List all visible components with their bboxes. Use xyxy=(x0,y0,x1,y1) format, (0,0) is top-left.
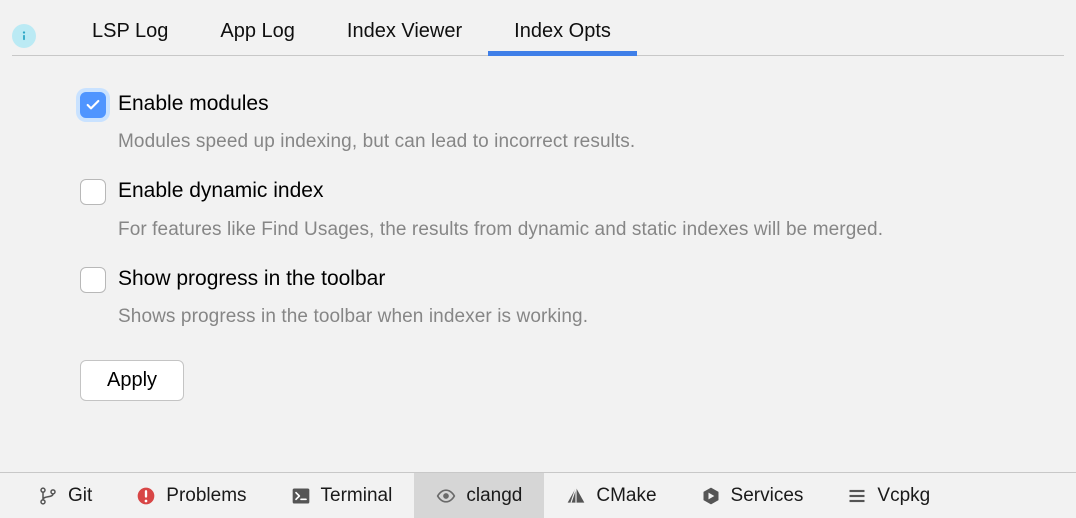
toolwindow-label: clangd xyxy=(466,485,522,507)
tab-app-log[interactable]: App Log xyxy=(194,10,321,55)
option-show-progress: Show progress in the toolbar Shows progr… xyxy=(80,265,1076,328)
option-label: Show progress in the toolbar xyxy=(118,265,588,292)
toolwindow-git[interactable]: Git xyxy=(16,473,114,518)
toolwindow-label: Git xyxy=(68,485,92,507)
option-desc: Modules speed up indexing, but can lead … xyxy=(118,131,635,153)
branch-icon xyxy=(38,486,58,506)
tab-lsp-log[interactable]: LSP Log xyxy=(66,10,194,55)
option-enable-dynamic-index: Enable dynamic index For features like F… xyxy=(80,177,1076,240)
services-icon xyxy=(701,486,721,506)
error-icon xyxy=(136,486,156,506)
checkbox-show-progress[interactable] xyxy=(80,267,106,293)
toolwindow-clangd[interactable]: clangd xyxy=(414,473,544,518)
options-panel: Enable modules Modules speed up indexing… xyxy=(0,56,1076,472)
tab-index-opts[interactable]: Index Opts xyxy=(488,10,637,55)
toolwindow-vcpkg[interactable]: Vcpkg xyxy=(825,473,952,518)
list-icon xyxy=(847,486,867,506)
eye-icon xyxy=(436,486,456,506)
toolwindow-label: Vcpkg xyxy=(877,485,930,507)
option-enable-modules: Enable modules Modules speed up indexing… xyxy=(80,90,1076,153)
tab-index-viewer[interactable]: Index Viewer xyxy=(321,10,488,55)
tab-bar: LSP Log App Log Index Viewer Index Opts xyxy=(0,0,1076,55)
toolwindow-problems[interactable]: Problems xyxy=(114,473,268,518)
option-label: Enable dynamic index xyxy=(118,177,883,204)
toolwindow-label: Terminal xyxy=(321,485,393,507)
toolwindow-cmake[interactable]: CMake xyxy=(544,473,678,518)
toolwindow-label: CMake xyxy=(596,485,656,507)
toolwindow-services[interactable]: Services xyxy=(679,473,826,518)
toolwindow-terminal[interactable]: Terminal xyxy=(269,473,415,518)
toolwindow-label: Services xyxy=(731,485,804,507)
terminal-icon xyxy=(291,486,311,506)
option-label: Enable modules xyxy=(118,90,635,117)
option-desc: For features like Find Usages, the resul… xyxy=(118,219,883,241)
checkbox-enable-dynamic-index[interactable] xyxy=(80,179,106,205)
tool-window-bar: Git Problems Terminal clangd CMake xyxy=(0,472,1076,518)
option-desc: Shows progress in the toolbar when index… xyxy=(118,306,588,328)
checkbox-enable-modules[interactable] xyxy=(80,92,106,118)
cmake-icon xyxy=(566,486,586,506)
info-icon xyxy=(12,24,36,48)
apply-button[interactable]: Apply xyxy=(80,360,184,401)
toolwindow-label: Problems xyxy=(166,485,246,507)
